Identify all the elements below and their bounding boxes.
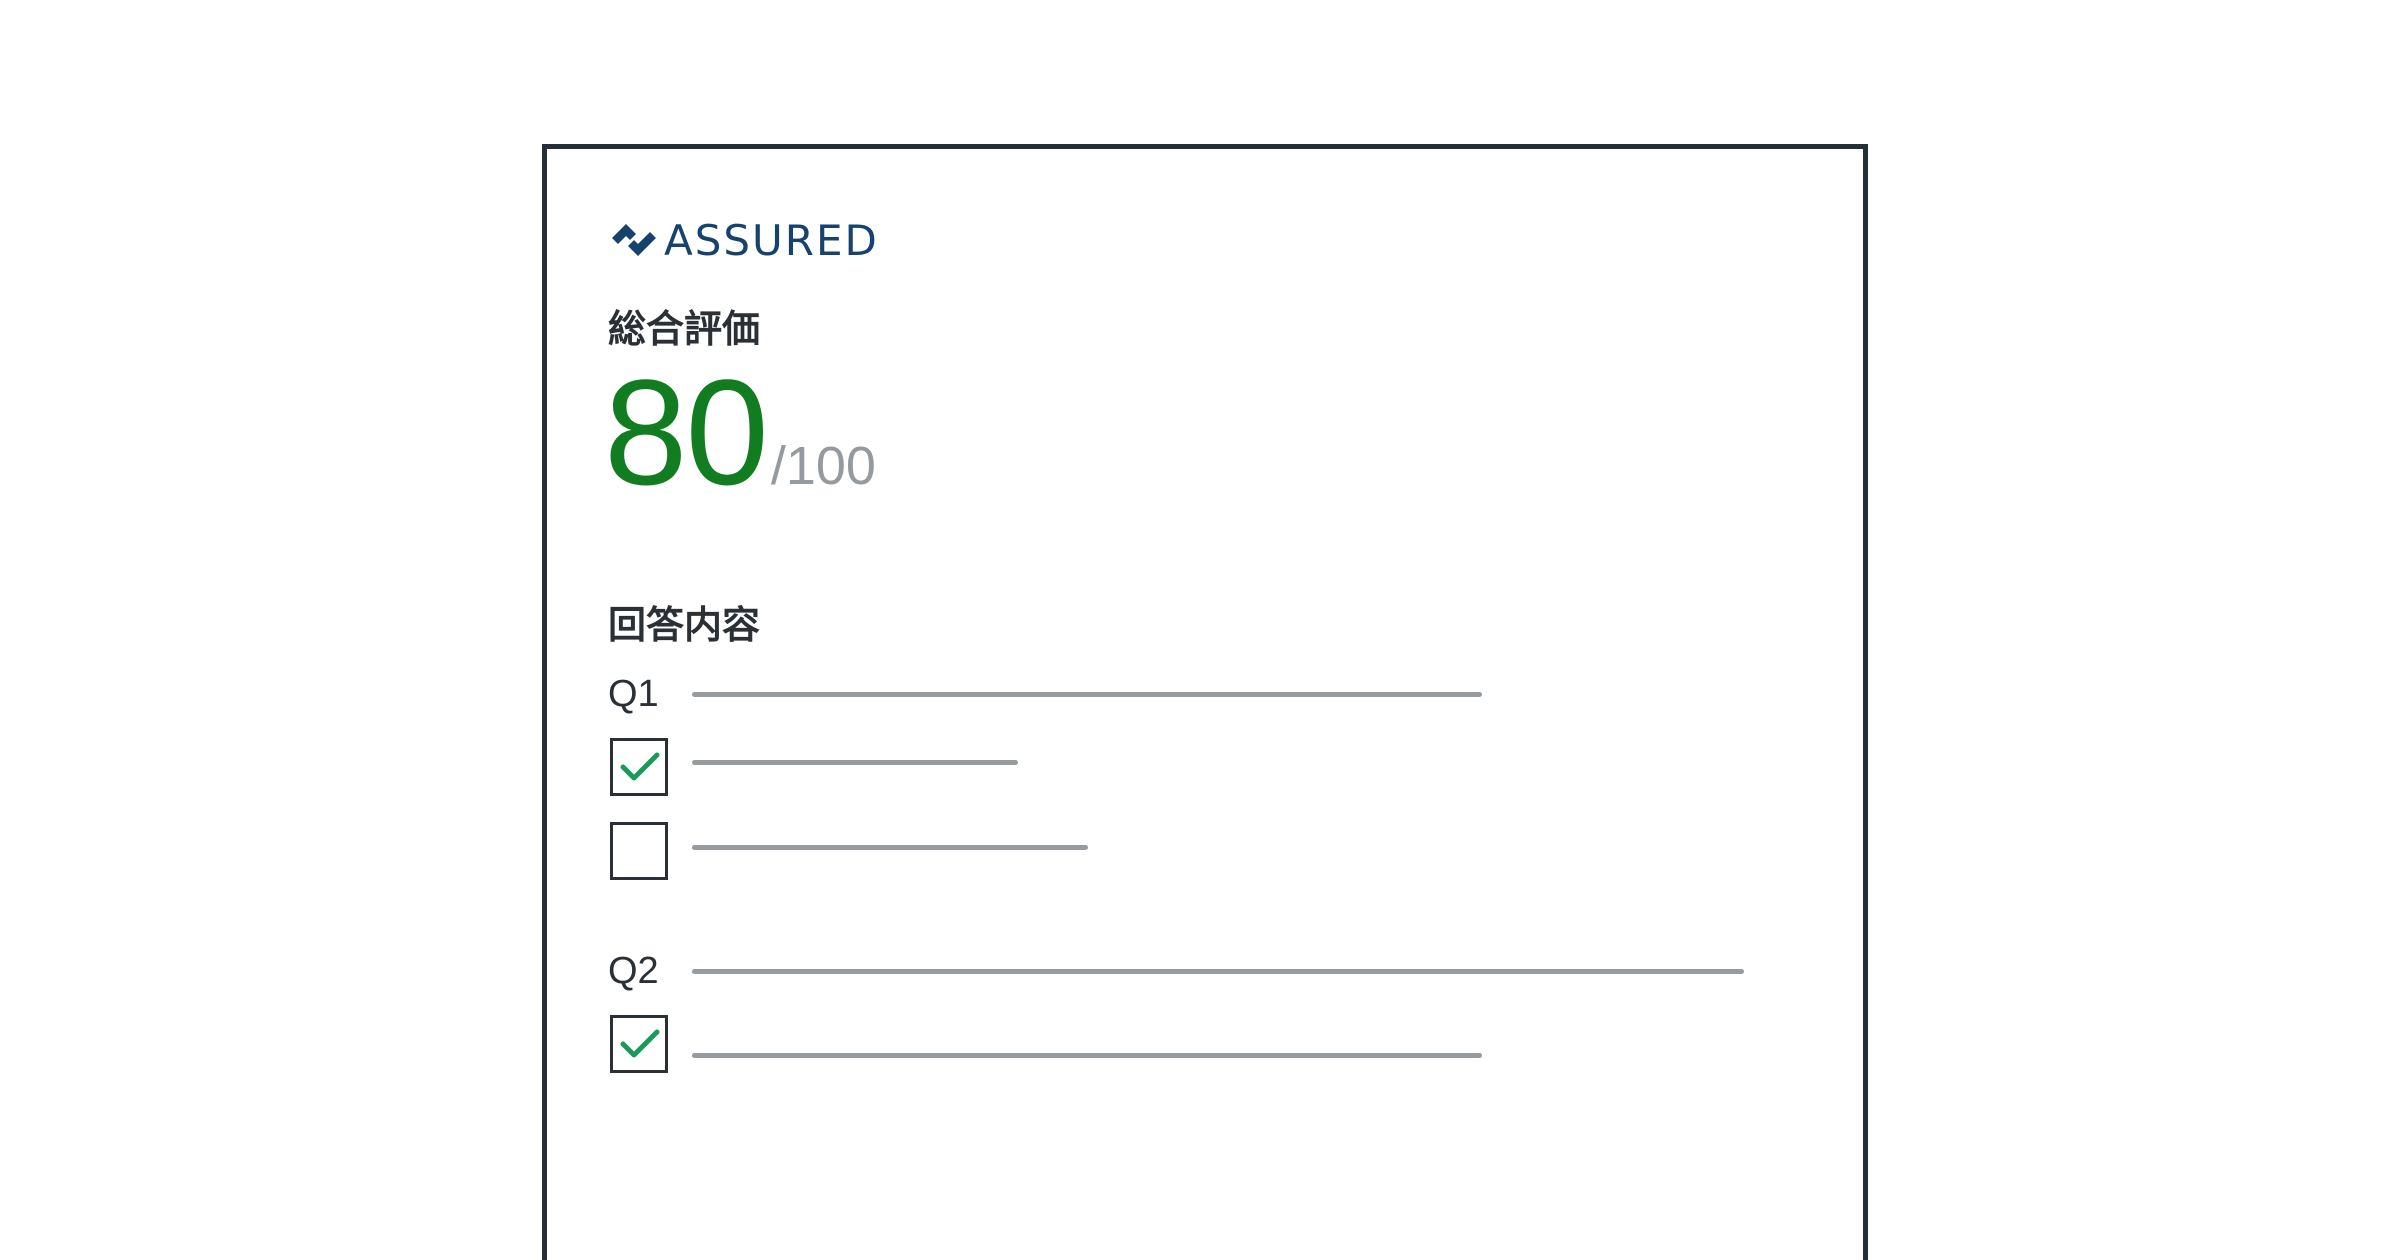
answer-checkbox-q1-2[interactable]: [610, 822, 668, 880]
overall-score-heading: 総合評価: [608, 307, 761, 351]
report-page: ASSURED 総合評価 80 /100 回答内容 Q1 Q2: [0, 0, 2400, 1260]
assured-logo-icon: [612, 224, 656, 256]
score-value: 80: [604, 348, 769, 516]
score-total: /100: [770, 436, 876, 496]
answer-text-placeholder: [692, 845, 1088, 850]
answer-checkbox-q2-1[interactable]: [610, 1015, 668, 1073]
question-label-q1: Q1: [608, 673, 659, 715]
question-text-placeholder: [692, 692, 1482, 697]
answer-checkbox-q1-1[interactable]: [610, 738, 668, 796]
question-label-q2: Q2: [608, 950, 659, 992]
overall-score: 80 /100: [604, 348, 876, 516]
answers-heading: 回答内容: [608, 603, 761, 647]
check-icon: [620, 1029, 660, 1058]
check-icon: [620, 752, 660, 781]
answer-text-placeholder: [692, 760, 1018, 765]
answer-text-placeholder: [692, 1053, 1482, 1058]
question-text-placeholder: [692, 969, 1744, 974]
brand-logo: ASSURED: [608, 216, 879, 266]
brand-name: ASSURED: [664, 216, 879, 265]
